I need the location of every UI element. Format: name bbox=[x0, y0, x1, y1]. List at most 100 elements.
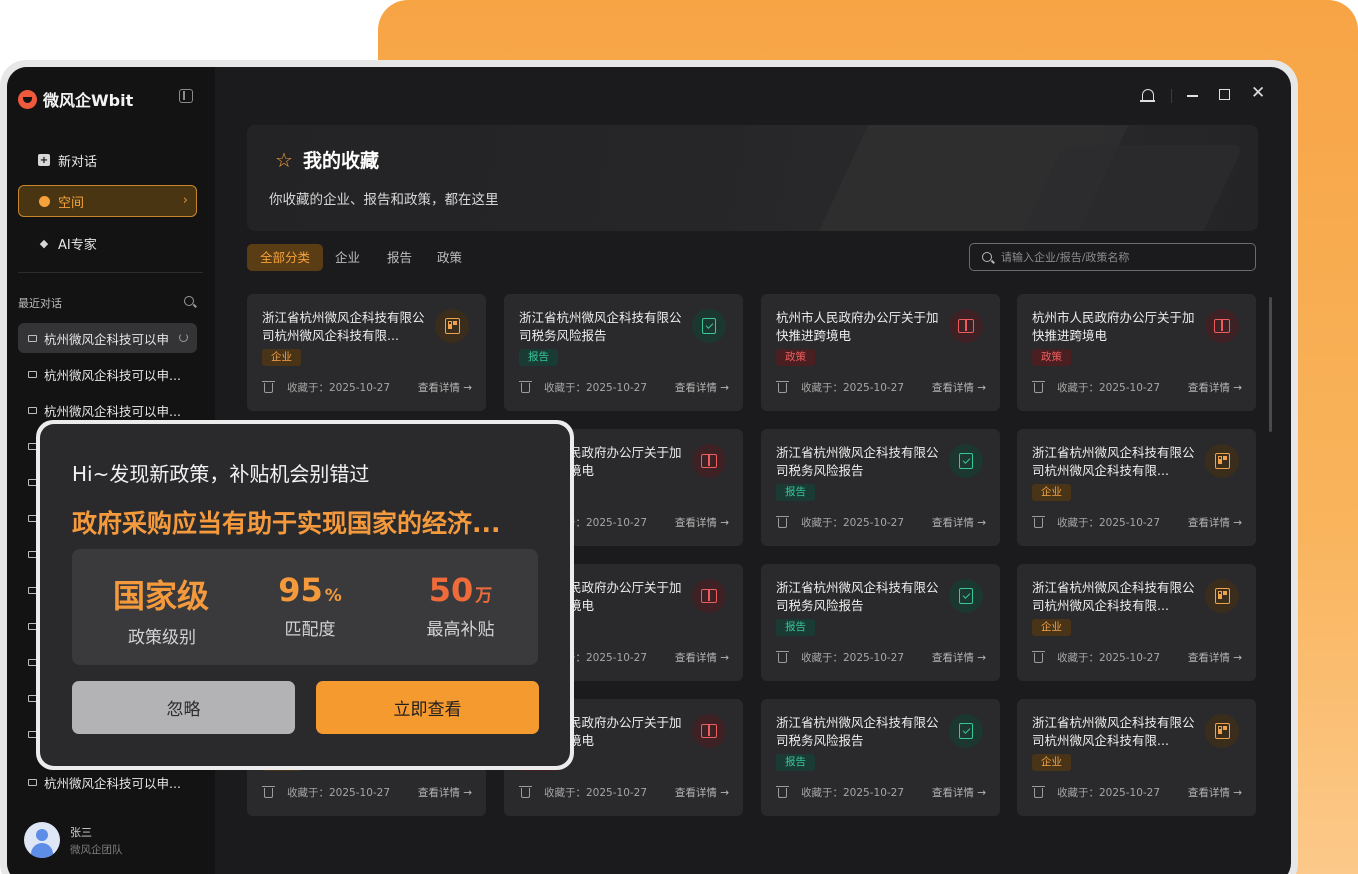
stat-label: 匹配度 bbox=[284, 620, 336, 640]
favorite-card[interactable]: 浙江省杭州微风企科技有限公司税务风险报告 报告 收藏于：2025-10-27 查看详情… bbox=[761, 429, 1000, 546]
screenshot-stage: 微风企Wbit + 新对话 空间 › ◆ AI专家 最近对话 杭州微风企科技可以… bbox=[0, 0, 1358, 874]
card-title: 浙江省杭州微风企科技有限公司杭州微风企科技有限... bbox=[1032, 445, 1195, 478]
view-detail-link[interactable]: 查看详情 → bbox=[675, 380, 729, 395]
card-title: 浙江省杭州微风企科技有限公司杭州微风企科技有限... bbox=[1032, 715, 1195, 748]
tab-report[interactable]: 报告 bbox=[387, 244, 412, 271]
view-detail-link[interactable]: 查看详情 → bbox=[675, 650, 729, 665]
stat-max-subsidy: 50 万 最高补贴 bbox=[383, 571, 538, 640]
user-name: 张三 bbox=[70, 825, 92, 839]
tab-policy[interactable]: 政策 bbox=[437, 244, 462, 271]
view-detail-link[interactable]: 查看详情 → bbox=[932, 380, 986, 395]
search-input[interactable] bbox=[1001, 250, 1231, 264]
favorite-card[interactable]: 浙江省杭州微风企科技有限公司税务风险报告 报告 收藏于：2025-10-27 查看详情… bbox=[504, 294, 743, 411]
view-now-button[interactable]: 立即查看 bbox=[316, 681, 539, 734]
view-detail-link[interactable]: 查看详情 → bbox=[1188, 515, 1242, 530]
stat-match: 95% 匹配度 bbox=[237, 571, 383, 640]
view-detail-link[interactable]: 查看详情 → bbox=[418, 785, 472, 800]
arrow-right-icon: → bbox=[720, 517, 729, 529]
view-detail-link[interactable]: 查看详情 → bbox=[1188, 785, 1242, 800]
trash-icon[interactable] bbox=[1032, 380, 1045, 393]
favorite-card[interactable]: 浙江省杭州微风企科技有限公司税务风险报告 报告 收藏于：2025-10-27 查看详情… bbox=[761, 699, 1000, 816]
trash-icon[interactable] bbox=[776, 785, 789, 798]
sidebar-item-space[interactable]: 空间 › bbox=[18, 185, 197, 217]
trash-icon[interactable] bbox=[519, 785, 532, 798]
space-label: 空间 bbox=[58, 195, 85, 211]
recent-chats-title: 最近对话 bbox=[18, 297, 62, 310]
type-badge: 政策 bbox=[1032, 349, 1071, 366]
stat-value: 国家级 bbox=[72, 571, 252, 617]
view-detail-link[interactable]: 查看详情 → bbox=[932, 515, 986, 530]
view-detail-label: 查看详情 bbox=[1187, 652, 1230, 664]
close-icon[interactable]: ✕ bbox=[1251, 85, 1265, 102]
recent-chat-item[interactable]: 杭州微风企科技可以申... bbox=[18, 359, 197, 389]
favorited-date: 收藏于：2025-10-27 bbox=[801, 787, 905, 799]
tab-all[interactable]: 全部分类 bbox=[247, 244, 324, 271]
view-detail-label: 查看详情 bbox=[931, 382, 974, 394]
view-detail-link[interactable]: 查看详情 → bbox=[932, 650, 986, 665]
sidebar-collapse-icon[interactable] bbox=[179, 89, 193, 103]
type-badge: 企业 bbox=[262, 349, 301, 366]
type-badge: 报告 bbox=[519, 349, 558, 366]
search-icon[interactable] bbox=[184, 296, 194, 306]
favorited-date: 收藏于：2025-10-27 bbox=[287, 787, 391, 799]
trash-icon[interactable] bbox=[1032, 515, 1045, 528]
trash-icon[interactable] bbox=[776, 650, 789, 663]
new-chat-icon: + bbox=[38, 154, 50, 166]
view-detail-label: 查看详情 bbox=[1187, 382, 1230, 394]
recent-chat-item[interactable]: 杭州微风企科技可以申... bbox=[18, 767, 197, 797]
favorite-card[interactable]: 杭州市人民政府办公厅关于加快推进跨境电政策收藏于：2025-10-27 查看详情 … bbox=[1017, 294, 1256, 411]
type-badge: 企业 bbox=[1032, 484, 1071, 501]
favorite-card[interactable]: 浙江省杭州微风企科技有限公司税务风险报告 报告 收藏于：2025-10-27 查看详情… bbox=[761, 564, 1000, 681]
app-name: 微风企Wbit bbox=[43, 91, 134, 110]
star-icon: ☆ bbox=[275, 147, 293, 172]
trash-icon[interactable] bbox=[1032, 785, 1045, 798]
view-detail-label: 查看详情 bbox=[1187, 787, 1230, 799]
card-title: 浙江省杭州微风企科技有限公司税务风险报告 bbox=[776, 715, 939, 748]
favorite-card[interactable]: 浙江省杭州微风企科技有限公司杭州微风企科技有限... 企业收藏于：2025-10-… bbox=[1017, 429, 1256, 546]
favorite-card[interactable]: 杭州市人民政府办公厅关于加快推进跨境电政策收藏于：2025-10-27 查看详情 … bbox=[761, 294, 1000, 411]
sidebar-divider bbox=[18, 272, 203, 273]
trash-icon[interactable] bbox=[776, 380, 789, 393]
favorited-date: 收藏于：2025-10-27 bbox=[1057, 652, 1161, 664]
view-detail-link[interactable]: 查看详情 → bbox=[418, 380, 472, 395]
view-detail-link[interactable]: 查看详情 → bbox=[675, 515, 729, 530]
card-footer: 收藏于：2025-10-27 查看详情 → bbox=[262, 380, 472, 395]
graduation-cap-icon: ◆ bbox=[39, 236, 49, 250]
scrollbar[interactable] bbox=[1269, 297, 1272, 432]
favorited-date: 收藏于：2025-10-27 bbox=[544, 787, 648, 799]
view-detail-link[interactable]: 查看详情 → bbox=[1188, 650, 1242, 665]
trash-icon[interactable] bbox=[776, 515, 789, 528]
tab-enterprise[interactable]: 企业 bbox=[335, 244, 360, 271]
view-detail-label: 查看详情 bbox=[931, 652, 974, 664]
recent-chat-item[interactable]: 杭州微风企科技可以申 bbox=[18, 323, 197, 353]
view-detail-link[interactable]: 查看详情 → bbox=[932, 785, 986, 800]
favorite-card[interactable]: 浙江省杭州微风企科技有限公司杭州微风企科技有限... 企业收藏于：2025-10-… bbox=[1017, 699, 1256, 816]
favorites-banner: ☆ 我的收藏 你收藏的企业、报告和政策，都在这里 bbox=[247, 125, 1258, 231]
stat-number: 国家级 bbox=[112, 577, 209, 615]
app-logo[interactable]: 微风企Wbit bbox=[18, 87, 133, 111]
arrow-right-icon: → bbox=[720, 787, 729, 799]
view-detail-link[interactable]: 查看详情 → bbox=[1188, 380, 1242, 395]
card-footer: 收藏于：2025-10-27 查看详情 → bbox=[776, 515, 986, 530]
card-title: 浙江省杭州微风企科技有限公司税务风险报告 bbox=[519, 310, 682, 343]
minimize-icon[interactable] bbox=[1187, 95, 1198, 97]
arrow-right-icon: → bbox=[977, 787, 986, 799]
user-profile[interactable]: 张三 微风企团队 bbox=[24, 822, 123, 858]
search-box[interactable] bbox=[969, 243, 1256, 271]
ai-expert-label: AI专家 bbox=[58, 237, 97, 253]
trash-icon[interactable] bbox=[1032, 650, 1045, 663]
bell-icon[interactable] bbox=[1140, 89, 1155, 102]
maximize-icon[interactable] bbox=[1219, 89, 1230, 100]
view-detail-link[interactable]: 查看详情 → bbox=[675, 785, 729, 800]
arrow-right-icon: → bbox=[1233, 382, 1242, 394]
trash-icon[interactable] bbox=[262, 785, 275, 798]
favorited-date: 收藏于：2025-10-27 bbox=[801, 382, 905, 394]
sidebar-item-ai-expert[interactable]: ◆ AI专家 bbox=[18, 227, 197, 259]
trash-icon[interactable] bbox=[262, 380, 275, 393]
policy-popup: Hi~发现新政策，补贴机会别错过 政府采购应当有助于实现国家的经济... 国家级… bbox=[36, 420, 574, 770]
favorite-card[interactable]: 浙江省杭州微风企科技有限公司杭州微风企科技有限... 企业收藏于：2025-10-… bbox=[1017, 564, 1256, 681]
ignore-button[interactable]: 忽略 bbox=[72, 681, 295, 734]
favorite-card[interactable]: 浙江省杭州微风企科技有限公司杭州微风企科技有限... 企业收藏于：2025-10-… bbox=[247, 294, 486, 411]
new-chat-button[interactable]: + 新对话 bbox=[18, 144, 197, 176]
trash-icon[interactable] bbox=[519, 380, 532, 393]
